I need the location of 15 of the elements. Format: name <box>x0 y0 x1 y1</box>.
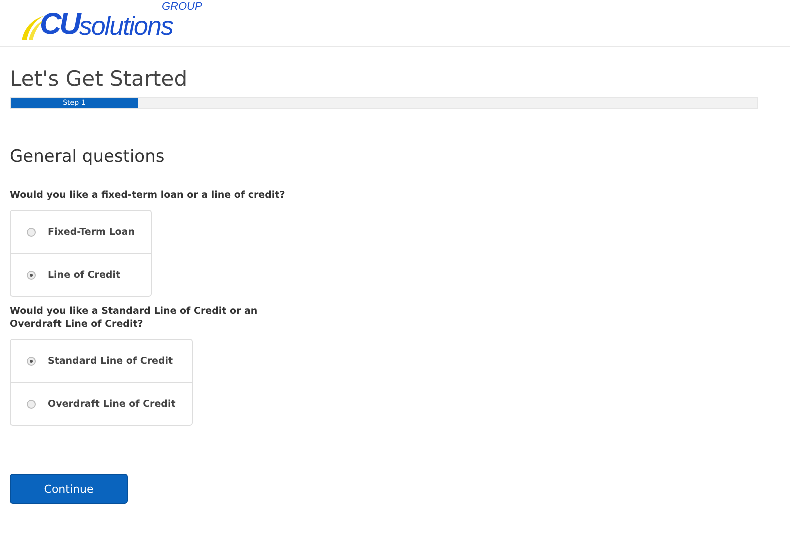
question-text: Would you like a Standard Line of Credit or an Overdraft Line of Credit? <box>10 305 259 331</box>
question-text: Would you like a fixed-term loan or a line of credit? <box>10 189 286 202</box>
section-title: General questions <box>10 147 166 167</box>
radio-button[interactable] <box>27 228 36 236</box>
page-title: Let's Get Started <box>10 67 189 91</box>
logo-group-text: GROUP <box>162 1 202 13</box>
radio-button[interactable] <box>27 400 36 408</box>
radio-option[interactable]: Line of Credit <box>11 253 151 296</box>
logo-mark: CU <box>40 10 80 40</box>
radio-option[interactable]: Overdraft Line of Credit <box>11 382 192 425</box>
radio-button[interactable] <box>27 356 36 366</box>
continue-button[interactable]: Continue <box>10 474 128 504</box>
radio-option[interactable]: Standard Line of Credit <box>11 340 192 382</box>
radio-button[interactable] <box>27 270 36 280</box>
radio-option[interactable]: Fixed-Term Loan <box>11 211 151 253</box>
